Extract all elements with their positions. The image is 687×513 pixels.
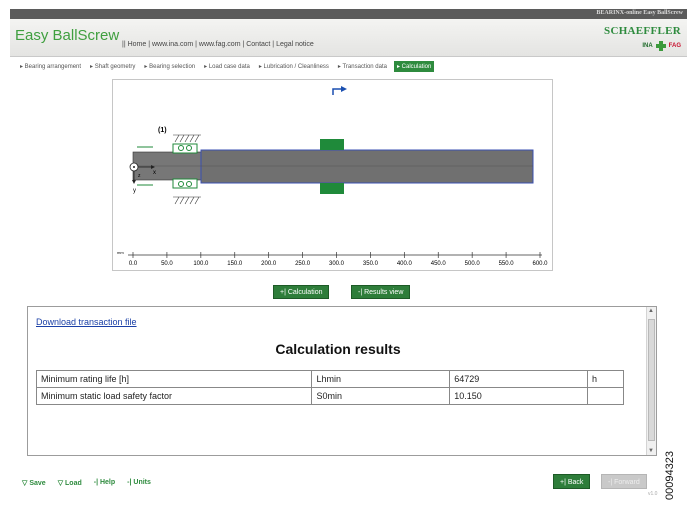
shaft-body <box>200 149 534 184</box>
result-unit: h <box>587 370 624 388</box>
scroll-up-icon[interactable]: ▲ <box>648 308 654 314</box>
result-name: Minimum rating life [h] <box>35 370 313 388</box>
scale-tick-label: 450.0 <box>431 261 447 267</box>
direction-arrow-icon <box>332 86 347 95</box>
back-button[interactable]: +| Back <box>553 474 591 489</box>
help-button[interactable]: -| Help <box>94 479 115 487</box>
header: Easy BallScrew || Home | www.ina.com | w… <box>10 19 687 57</box>
scale-tick-label: 550.0 <box>499 261 515 267</box>
step-bearing-arrangement[interactable]: ▸ Bearing arrangement <box>18 61 83 72</box>
scale-tick-label: 50.0 <box>161 261 173 267</box>
scale-tick-label: 600.0 <box>532 261 548 267</box>
download-transaction-link[interactable]: Download transaction file <box>36 317 137 327</box>
step-calculation[interactable]: ▸ Calculation <box>393 61 435 72</box>
ball-nut-top <box>320 139 344 150</box>
scrollbar-thumb[interactable] <box>648 319 655 441</box>
scale-tick-label: 300.0 <box>329 261 345 267</box>
units-button[interactable]: -| Units <box>127 479 151 487</box>
calculation-button[interactable]: +| Calculation <box>273 285 330 299</box>
results-table: Minimum rating life [h] Lhmin 64729 h Mi… <box>35 370 624 405</box>
load-button[interactable]: ▽ Load <box>58 479 82 487</box>
step-transaction-data[interactable]: ▸ Transaction data <box>336 61 389 72</box>
version-label: v1.0 <box>648 491 658 497</box>
scroll-down-icon[interactable]: ▼ <box>648 448 654 454</box>
result-value: 64729 <box>449 370 589 388</box>
brand-sub-logos: INA FAG <box>642 41 681 51</box>
scale-tick-label: 150.0 <box>227 261 243 267</box>
results-panel: Download transaction file Calculation re… <box>27 306 657 456</box>
top-bar: BEARINX-online Easy BallScrew <box>10 9 687 19</box>
shaft-diagram: (1) x y z mm 0.0 50.0 100.0 150.0 200.0 250.0… <box>112 79 553 271</box>
bearing-label: (1) <box>158 127 167 134</box>
scale-unit-label: mm <box>117 250 124 255</box>
result-symbol: S0min <box>311 387 451 405</box>
scale-tick-label: 250.0 <box>295 261 311 267</box>
scale-ticks: 0.0 50.0 100.0 150.0 200.0 250.0 300.0 350.0 400… <box>129 252 548 267</box>
step-shaft-geometry[interactable]: ▸ Shaft geometry <box>88 61 137 72</box>
results-title: Calculation results <box>275 341 401 357</box>
table-row: Minimum static load safety factor S0min … <box>35 387 624 405</box>
scale-tick-label: 500.0 <box>465 261 481 267</box>
footer-toolbar: ▽ Save ▽ Load -| Help -| Units <box>22 479 151 487</box>
scale-tick-label: 0.0 <box>129 261 138 267</box>
result-symbol: Lhmin <box>311 370 451 388</box>
result-unit <box>587 387 624 405</box>
header-nav-links[interactable]: || Home | www.ina.com | www.fag.com | Co… <box>122 41 314 48</box>
shaft-diagram-svg: (1) x y z mm 0.0 50.0 100.0 150.0 200.0 250.0… <box>117 86 548 267</box>
schaeffler-logo: SCHAEFFLER <box>604 25 681 37</box>
axis-y-label: y <box>133 188 136 194</box>
panel-scrollbar[interactable]: ▲ ▼ <box>646 307 656 455</box>
action-buttons: +| Calculation -| Results view <box>0 285 687 299</box>
table-row: Minimum rating life [h] Lhmin 64729 h <box>35 370 624 388</box>
scale-tick-label: 200.0 <box>261 261 277 267</box>
fag-logo: FAG <box>668 43 681 49</box>
step-load-case-data[interactable]: ▸ Load case data <box>202 61 252 72</box>
ina-logo: INA <box>642 43 653 49</box>
step-bearing-selection[interactable]: ▸ Bearing selection <box>142 61 197 72</box>
scale-tick-label: 100.0 <box>193 261 209 267</box>
result-name: Minimum static load safety factor <box>35 387 313 405</box>
scale-tick-label: 400.0 <box>397 261 413 267</box>
workflow-steps: ▸ Bearing arrangement ▸ Shaft geometry ▸… <box>18 61 435 72</box>
forward-button: -| Forward <box>601 474 647 489</box>
result-value: 10.150 <box>449 387 589 405</box>
scale-tick-label: 350.0 <box>363 261 379 267</box>
results-view-button[interactable]: -| Results view <box>351 285 411 299</box>
axis-x-label: x <box>153 170 156 176</box>
top-bar-tag: BEARINX-online Easy BallScrew <box>596 10 683 16</box>
step-lubrication[interactable]: ▸ Lubrication / Cleanliness <box>257 61 331 72</box>
document-number: 00094323 <box>664 451 676 500</box>
app-title: Easy BallScrew <box>15 27 120 44</box>
save-button[interactable]: ▽ Save <box>22 479 46 487</box>
ball-nut-bottom <box>320 183 344 194</box>
cross-icon <box>655 41 666 51</box>
